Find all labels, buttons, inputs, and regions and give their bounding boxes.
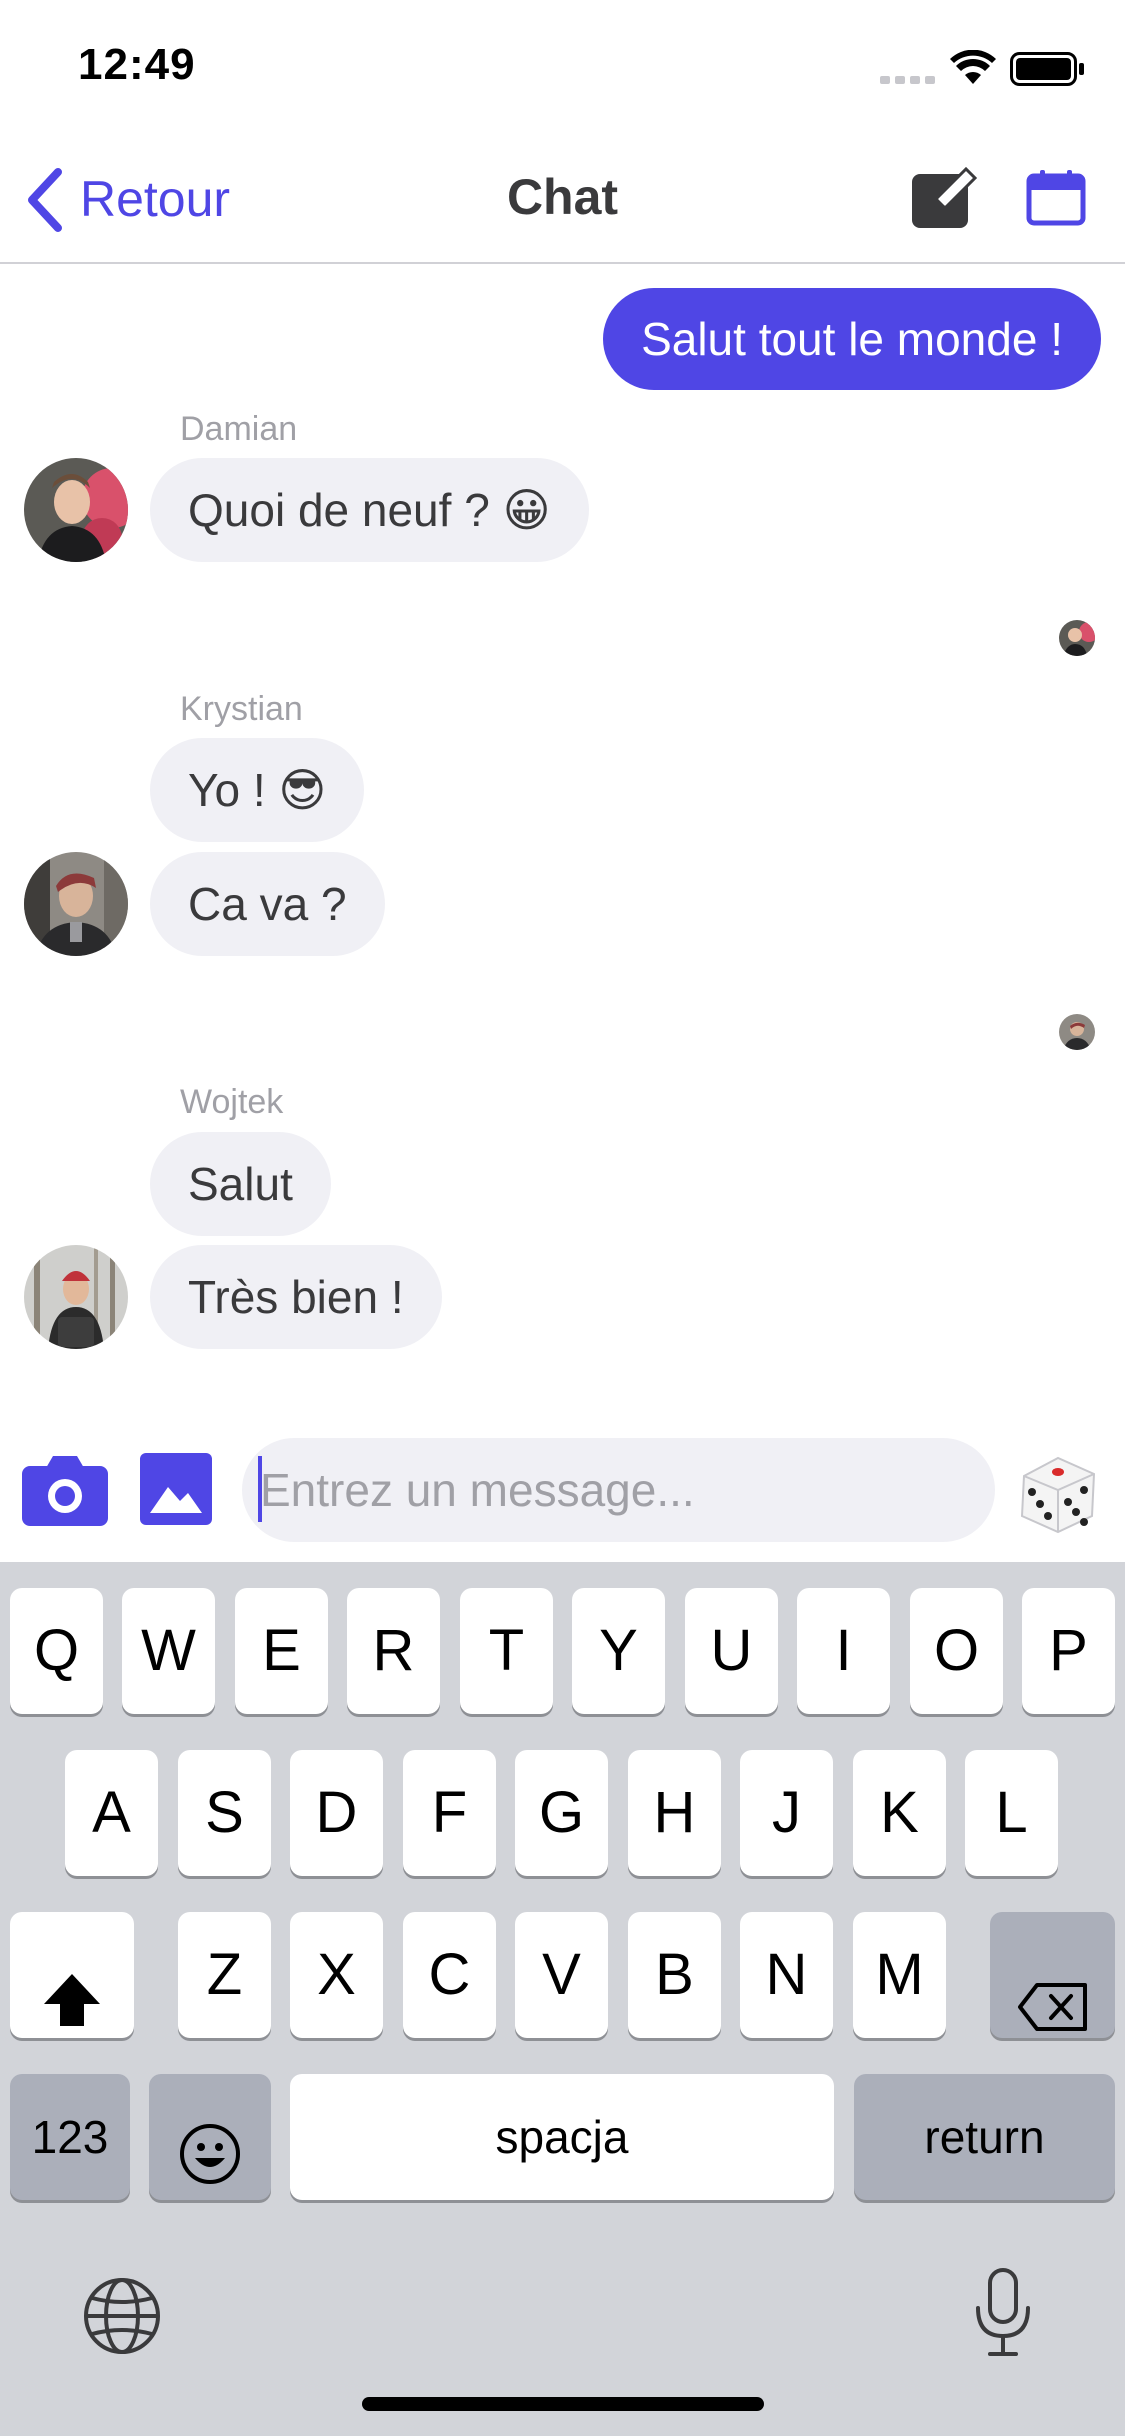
read-receipt-avatar xyxy=(1059,620,1095,656)
incoming-message[interactable]: Yo ! 😎 xyxy=(150,738,365,842)
avatar[interactable] xyxy=(24,458,128,562)
key-e[interactable]: E xyxy=(235,1588,328,1714)
key-t[interactable]: T xyxy=(460,1588,553,1714)
shift-key[interactable] xyxy=(10,1912,134,2038)
key-k[interactable]: K xyxy=(853,1750,946,1876)
home-indicator xyxy=(362,2397,764,2411)
key-l[interactable]: L xyxy=(965,1750,1058,1876)
battery-icon xyxy=(1010,52,1086,91)
avatar[interactable] xyxy=(24,852,128,956)
shift-icon xyxy=(42,1946,102,2072)
key-d[interactable]: D xyxy=(290,1750,383,1876)
key-i[interactable]: I xyxy=(797,1588,890,1714)
incoming-message[interactable]: Salut xyxy=(150,1132,331,1236)
emoji-key[interactable] xyxy=(149,2074,271,2200)
key-b[interactable]: B xyxy=(628,1912,721,2038)
key-n[interactable]: N xyxy=(740,1912,833,2038)
key-h[interactable]: H xyxy=(628,1750,721,1876)
globe-icon[interactable] xyxy=(82,2276,162,2361)
sender-name: Wojtek xyxy=(180,1083,284,1121)
key-r[interactable]: R xyxy=(347,1588,440,1714)
incoming-message[interactable]: Très bien ! xyxy=(150,1245,442,1349)
key-j[interactable]: J xyxy=(740,1750,833,1876)
key-y[interactable]: Y xyxy=(572,1588,665,1714)
key-g[interactable]: G xyxy=(515,1750,608,1876)
key-p[interactable]: P xyxy=(1022,1588,1115,1714)
emoji-icon xyxy=(178,2104,242,2230)
backspace-key[interactable] xyxy=(990,1912,1115,2038)
dice-icon[interactable] xyxy=(1016,1450,1100,1539)
key-m[interactable]: M xyxy=(853,1912,946,2038)
wifi-icon xyxy=(950,49,996,91)
key-o[interactable]: O xyxy=(910,1588,1003,1714)
read-receipt-avatar xyxy=(1059,1014,1095,1050)
key-c[interactable]: C xyxy=(403,1912,496,2038)
camera-icon[interactable] xyxy=(22,1454,108,1531)
text-caret xyxy=(258,1456,262,1522)
compose-icon[interactable] xyxy=(910,166,978,235)
key-a[interactable]: A xyxy=(65,1750,158,1876)
incoming-message[interactable]: Ca va ? xyxy=(150,852,385,956)
cellular-signal-icon xyxy=(880,72,936,91)
key-w[interactable]: W xyxy=(122,1588,215,1714)
space-key[interactable]: spacja xyxy=(290,2074,834,2200)
outgoing-message[interactable]: Salut tout le monde ! xyxy=(603,288,1101,390)
avatar[interactable] xyxy=(24,1245,128,1349)
message-input[interactable] xyxy=(242,1438,995,1542)
status-time: 12:49 xyxy=(78,40,196,89)
calendar-icon[interactable] xyxy=(1026,170,1086,231)
key-z[interactable]: Z xyxy=(178,1912,271,2038)
key-v[interactable]: V xyxy=(515,1912,608,2038)
microphone-icon[interactable] xyxy=(972,2268,1034,2363)
sender-name: Krystian xyxy=(180,690,303,728)
key-q[interactable]: Q xyxy=(10,1588,103,1714)
nav-divider xyxy=(0,262,1125,264)
incoming-message[interactable]: Quoi de neuf ? 😀 xyxy=(150,458,589,562)
key-u[interactable]: U xyxy=(685,1588,778,1714)
numbers-key[interactable]: 123 xyxy=(10,2074,130,2200)
sender-name: Damian xyxy=(180,410,298,448)
image-icon[interactable] xyxy=(140,1453,212,1530)
return-key[interactable]: return xyxy=(854,2074,1115,2200)
key-x[interactable]: X xyxy=(290,1912,383,2038)
backspace-icon xyxy=(1017,1950,1089,2076)
key-f[interactable]: F xyxy=(403,1750,496,1876)
key-s[interactable]: S xyxy=(178,1750,271,1876)
